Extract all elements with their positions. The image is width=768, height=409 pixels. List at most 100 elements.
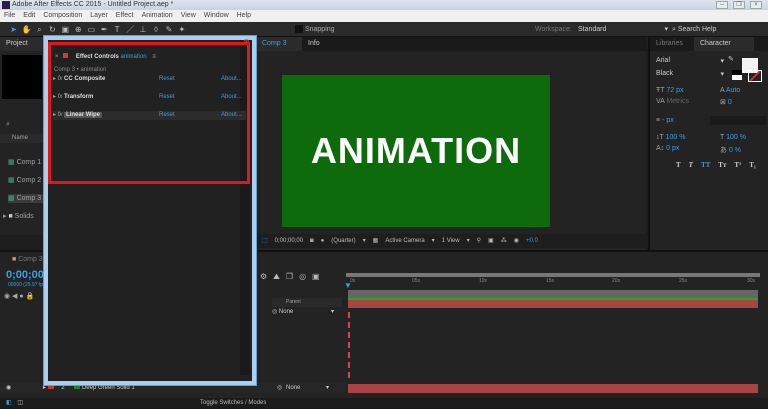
- exposure-icon[interactable]: ◉: [514, 234, 519, 248]
- layer-name[interactable]: Deep Green Solid 1: [82, 385, 135, 391]
- close-icon[interactable]: ×: [55, 54, 59, 60]
- composition-viewer[interactable]: ANIMATION: [282, 75, 550, 227]
- font-family-select[interactable]: Arial ▾: [656, 57, 724, 65]
- playhead-icon[interactable]: ▼: [344, 281, 352, 290]
- reset-link[interactable]: Reset: [159, 75, 175, 84]
- menu-composition[interactable]: Composition: [43, 10, 82, 22]
- type-tool-icon[interactable]: T: [112, 22, 123, 37]
- parent-select[interactable]: ◎ None ▾: [272, 308, 334, 315]
- layer-parent-value[interactable]: None: [286, 383, 300, 393]
- maximize-button[interactable]: ❐: [733, 1, 745, 9]
- project-search-icon[interactable]: ⌕: [6, 121, 10, 129]
- timeline-switches[interactable]: ⚙⛰❐◎▣: [260, 272, 326, 282]
- view-select[interactable]: 1 View: [442, 234, 460, 248]
- region-icon[interactable]: ⬚: [262, 234, 268, 248]
- hand-tool-icon[interactable]: ✋: [21, 22, 32, 37]
- small-caps-button[interactable]: Tт: [718, 161, 726, 169]
- name-column-header[interactable]: Name: [0, 134, 45, 143]
- effect-row-cc-composite[interactable]: ▸ fx CC Composite Reset About...: [53, 75, 246, 84]
- exposure-value[interactable]: +0.0: [526, 234, 538, 248]
- menu-effect[interactable]: Effect: [116, 10, 134, 22]
- toggle-switches-modes[interactable]: Toggle Switches / Modes: [200, 398, 266, 409]
- toggle-pixel-icon[interactable]: ⚲: [477, 234, 481, 248]
- effect-controls-tab[interactable]: × Effect Controls animation ≡: [55, 53, 156, 60]
- keyframe-icon[interactable]: [348, 352, 350, 358]
- tab-libraries[interactable]: Libraries: [650, 37, 694, 51]
- brush-tool-icon[interactable]: ／: [125, 22, 136, 37]
- reset-link[interactable]: Reset: [159, 111, 175, 120]
- kerning-value[interactable]: Metrics: [666, 98, 689, 105]
- fx-icon[interactable]: fx: [58, 94, 63, 100]
- layer-bar-animation[interactable]: [348, 300, 758, 308]
- work-area-bar[interactable]: [346, 273, 760, 277]
- tab-timeline-comp3[interactable]: ■ Comp 3: [12, 256, 43, 263]
- animation-text-layer[interactable]: ANIMATION: [311, 130, 521, 172]
- font-size-value[interactable]: 72 px: [666, 87, 683, 94]
- keyframe-icon[interactable]: [348, 342, 350, 348]
- clone-stamp-tool-icon[interactable]: ⊥: [138, 22, 149, 37]
- tab-character[interactable]: Character: [694, 37, 754, 51]
- snapping-checkbox[interactable]: Snapping: [295, 22, 335, 37]
- keyframe-icon[interactable]: [348, 372, 350, 378]
- eraser-tool-icon[interactable]: ◊: [150, 22, 161, 37]
- about-link[interactable]: About...: [221, 75, 242, 84]
- transparency-grid-icon[interactable]: ▦: [373, 234, 379, 248]
- superscript-button[interactable]: T¹: [734, 161, 741, 169]
- mask-tool-icon[interactable]: ▭: [86, 22, 97, 37]
- camera-tool-icon[interactable]: ▣: [60, 22, 71, 37]
- parent-pickwhip-icon[interactable]: ◎: [277, 383, 282, 393]
- keyframe-icon[interactable]: [348, 332, 350, 338]
- rotate-tool-icon[interactable]: ↻: [47, 22, 58, 37]
- stroke-width-value[interactable]: - px: [662, 117, 674, 124]
- font-style-select[interactable]: Black ▾: [656, 70, 724, 78]
- time-ruler[interactable]: 0s 05s 10s 15s 20s 25s 30s: [346, 278, 760, 288]
- project-folder[interactable]: ▸ ■ Solids: [3, 212, 48, 221]
- fast-preview-icon[interactable]: ▣: [488, 234, 494, 248]
- subscript-button[interactable]: T₁: [749, 161, 756, 169]
- selection-tool-icon[interactable]: ➤: [8, 22, 19, 37]
- roto-brush-tool-icon[interactable]: ✎: [163, 22, 174, 37]
- transfer-controls-icon[interactable]: ◫: [17, 400, 23, 406]
- close-button[interactable]: ×: [750, 1, 762, 9]
- effect-row-linear-wipe[interactable]: ▸ fx Linear Wipe Reset About...: [53, 111, 246, 120]
- keyframe-icon[interactable]: [348, 362, 350, 368]
- layer-switches-icon[interactable]: ◧: [6, 400, 12, 406]
- snapshot-icon[interactable]: ◙: [310, 234, 314, 248]
- faux-italic-button[interactable]: T: [689, 161, 693, 169]
- parent-column-header[interactable]: Parent: [272, 298, 342, 307]
- tracking-value[interactable]: 0: [728, 99, 732, 106]
- channel-icon[interactable]: ●: [321, 234, 325, 248]
- panel-menu-icon[interactable]: ≡: [152, 54, 156, 60]
- resolution-select[interactable]: (Quarter): [331, 234, 355, 248]
- visibility-icon[interactable]: ◉: [6, 385, 11, 391]
- fx-icon[interactable]: fx: [58, 112, 63, 118]
- menu-help[interactable]: Help: [237, 10, 251, 22]
- menu-window[interactable]: Window: [204, 10, 229, 22]
- puppet-tool-icon[interactable]: ✦: [176, 22, 187, 37]
- menu-edit[interactable]: Edit: [23, 10, 35, 22]
- camera-select[interactable]: Active Camera: [385, 234, 424, 248]
- eyedropper-icon[interactable]: ✎: [728, 55, 734, 63]
- pen-tool-icon[interactable]: ✒: [99, 22, 110, 37]
- fx-icon[interactable]: fx: [58, 76, 63, 82]
- vertical-scale-value[interactable]: 100 %: [666, 134, 686, 141]
- tab-info[interactable]: Info: [302, 37, 320, 51]
- leading-value[interactable]: Auto: [726, 87, 740, 94]
- about-link[interactable]: About...: [221, 93, 242, 102]
- flowchart-icon[interactable]: ⁂: [501, 234, 507, 248]
- menu-view[interactable]: View: [181, 10, 196, 22]
- menu-animation[interactable]: Animation: [142, 10, 173, 22]
- zoom-tool-icon[interactable]: ⌕: [34, 22, 45, 37]
- expand-icon[interactable]: ▸: [43, 385, 46, 391]
- reset-link[interactable]: Reset: [159, 93, 175, 102]
- horizontal-scale-value[interactable]: 100 %: [726, 134, 746, 141]
- timecode[interactable]: 0;00;00;00: [275, 234, 303, 248]
- tab-comp3[interactable]: Comp 3: [256, 37, 302, 51]
- search-help[interactable]: ⌕ Search Help: [672, 22, 716, 37]
- keyframe-icon[interactable]: [348, 312, 350, 318]
- stroke-color-swatch[interactable]: [748, 70, 762, 82]
- tsume-value[interactable]: 0 %: [729, 147, 741, 154]
- pan-behind-tool-icon[interactable]: ⊕: [73, 22, 84, 37]
- menu-layer[interactable]: Layer: [90, 10, 108, 22]
- keyframe-icon[interactable]: [348, 322, 350, 328]
